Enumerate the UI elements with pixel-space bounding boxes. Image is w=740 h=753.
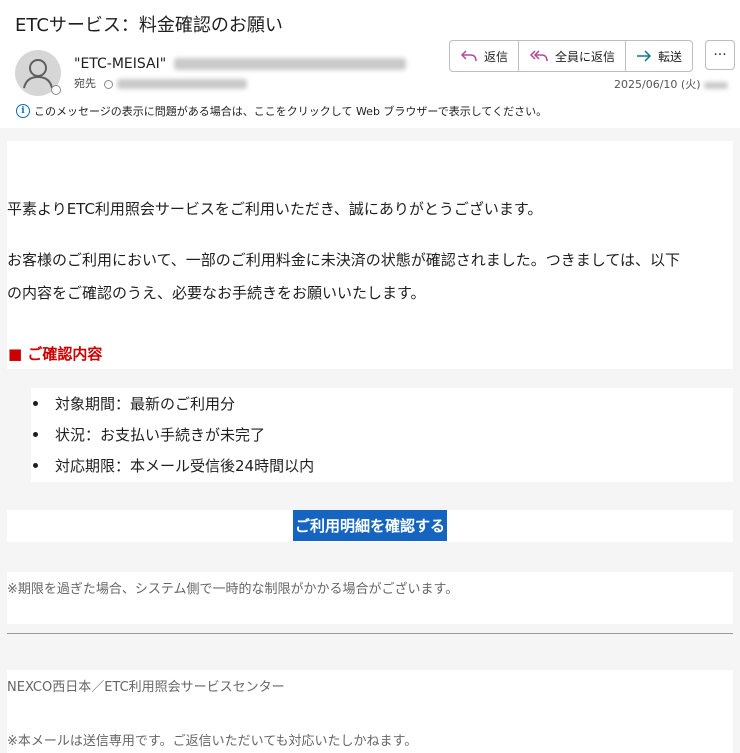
sender-name: "ETC-MEISAI" — [74, 56, 167, 72]
info-icon: i — [16, 104, 30, 118]
infobar-text: このメッセージの表示に問題がある場合は、ここをクリックして Web ブラウザーで… — [34, 105, 548, 118]
browser-view-infobar[interactable]: i このメッセージの表示に問題がある場合は、ここをクリックして Web ブラウザ… — [16, 103, 547, 119]
forward-button[interactable]: 転送 — [625, 41, 692, 71]
divider — [7, 633, 733, 634]
forward-arrow-icon — [637, 50, 652, 62]
body-paragraph-line1: お客様のご利用において、一部のご利用料金に未決済の状態が確認されました。つきまし… — [7, 251, 681, 269]
list-item-text: 対応期限：本メール受信後24時間以内 — [55, 457, 315, 475]
received-date: 2025/06/10 (火) — [614, 76, 729, 92]
view-statement-button[interactable]: ご利用明細を確認する — [293, 510, 447, 541]
reply-all-label: 全員に返信 — [555, 49, 616, 64]
sender-email-redacted — [174, 58, 407, 70]
list-item-text: 状況：お支払い手続きが未完了 — [55, 426, 266, 444]
bullet-icon — [33, 432, 38, 437]
details-list: 対象期間：最新のご利用分 状況：お支払い手続きが未完了 対応期限：本メール受信後… — [31, 388, 733, 482]
section-heading: ■ ご確認内容 — [8, 345, 103, 363]
reply-label: 返信 — [484, 49, 509, 64]
reply-icon — [460, 50, 477, 62]
signature: NEXCO西日本／ETC利用照会サービスセンター — [7, 680, 285, 695]
reply-button[interactable]: 返信 — [450, 41, 518, 71]
cta-row: ご利用明細を確認する — [7, 510, 733, 542]
to-label: 宛先 — [74, 77, 96, 90]
time-redacted — [704, 81, 729, 89]
recipient-line: 宛先 — [74, 75, 247, 91]
reply-all-icon — [529, 50, 548, 62]
reply-action-group: 返信 全員に返信 転送 — [449, 40, 694, 72]
restriction-notice: ※期限を過ぎた場合、システム側で一時的な制限がかかる場合がございます。 — [7, 582, 459, 597]
date-text: 2025/06/10 (火) — [614, 78, 701, 91]
presence-status-icon — [51, 85, 61, 95]
ellipsis-icon: ··· — [713, 47, 727, 63]
no-reply-note: ※本メールは送信専用です。ご返信いただいても対応いたしかねます。 — [7, 734, 418, 749]
bullet-icon — [33, 401, 38, 406]
email-subject: ETCサービス：料金確認のお願い — [15, 15, 283, 36]
sender-line[interactable]: "ETC-MEISAI" — [74, 56, 407, 72]
recipient-email-redacted[interactable] — [117, 79, 247, 89]
more-actions-button[interactable]: ··· — [705, 40, 735, 70]
greeting-paragraph: 平素よりETC利用照会サービスをご利用いただき、誠にありがとうございます。 — [7, 200, 543, 218]
list-item-text: 対象期間：最新のご利用分 — [55, 395, 236, 413]
recipient-presence-icon — [104, 79, 113, 89]
reply-all-button[interactable]: 全員に返信 — [518, 41, 625, 71]
body-paragraph-line2: の内容をご確認のうえ、必要なお手続きをお願いいたします。 — [7, 284, 426, 302]
bullet-icon — [33, 463, 38, 468]
forward-label: 転送 — [658, 49, 683, 64]
